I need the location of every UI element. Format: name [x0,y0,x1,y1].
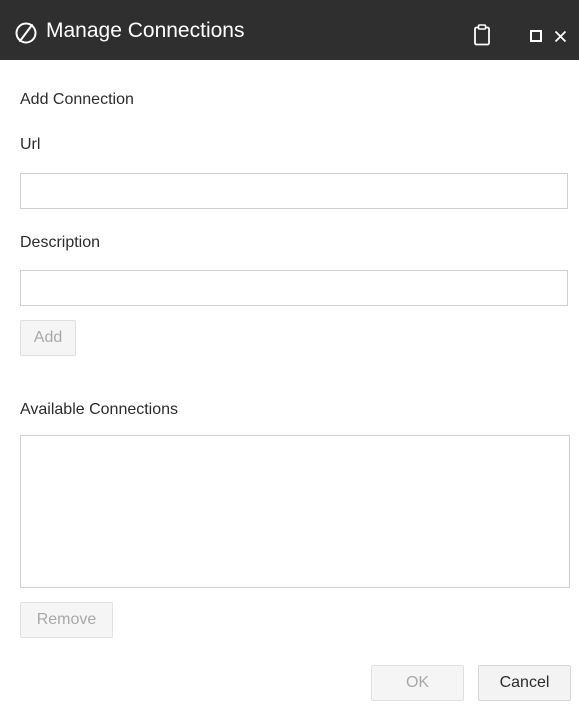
url-label: Url [20,136,41,153]
cancel-button[interactable]: Cancel [478,665,571,701]
dialog-title: Manage Connections [46,19,245,42]
close-icon[interactable] [554,30,567,43]
clipboard-icon[interactable] [472,24,492,46]
available-connections-list[interactable] [20,435,570,588]
oracle-logo-icon [15,22,37,44]
ok-button[interactable]: OK [371,665,464,701]
url-input[interactable] [20,173,568,209]
remove-button[interactable]: Remove [20,602,113,638]
maximize-icon[interactable] [530,30,542,42]
description-input[interactable] [20,270,568,306]
dialog-titlebar[interactable]: Manage Connections [0,0,579,60]
manage-connections-dialog: Manage Connections Add Connection Url De… [0,0,579,708]
available-connections-heading: Available Connections [20,401,179,418]
description-label: Description [20,234,101,251]
add-connection-heading: Add Connection [20,91,134,108]
add-button[interactable]: Add [20,320,76,356]
